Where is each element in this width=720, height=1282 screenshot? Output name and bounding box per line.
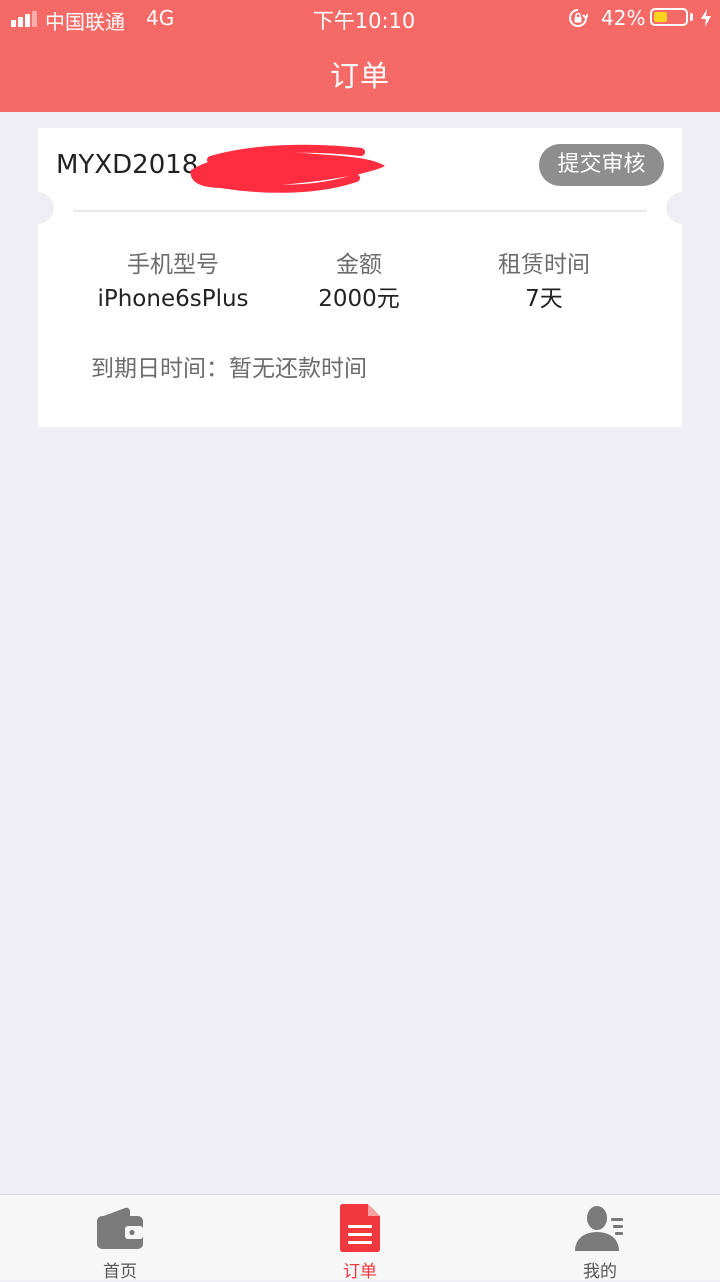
battery-nub <box>690 13 693 21</box>
status-bar: 中国联通 4G 下午10:10 42% <box>0 0 720 36</box>
bottom-tab-bar: 首页 订单 我的 <box>0 1194 720 1282</box>
submit-review-button[interactable]: 提交审核 <box>539 144 664 186</box>
tab-orders[interactable]: 订单 <box>240 1195 480 1282</box>
order-card[interactable]: MYXD2018 提交审核 手机型号 iPhone6sPlus 金额 2000元… <box>22 128 698 427</box>
due-date-value: 暂无还款时间 <box>229 356 367 382</box>
due-date-label: 到期日时间： <box>91 356 229 382</box>
battery-percentage: 42% <box>601 6 646 30</box>
battery-icon <box>650 8 688 26</box>
field-value: 7天 <box>525 286 563 312</box>
app-header: 中国联通 4G 下午10:10 42% 订单 <box>0 0 720 112</box>
tab-mine[interactable]: 我的 <box>480 1195 720 1282</box>
charging-bolt-icon <box>701 9 711 27</box>
tab-label: 订单 <box>343 1262 377 1282</box>
tab-label: 我的 <box>583 1262 617 1282</box>
field-label: 手机型号 <box>127 252 219 278</box>
field-value: 2000元 <box>318 286 400 312</box>
rotation-lock-icon <box>569 9 588 27</box>
field-phone-model: 手机型号 iPhone6sPlus <box>73 248 273 316</box>
order-number: MYXD2018 <box>56 150 199 180</box>
card-notch-left <box>22 192 54 224</box>
field-label: 租赁时间 <box>498 252 590 278</box>
document-icon <box>340 1204 380 1252</box>
field-value: iPhone6sPlus <box>97 286 249 312</box>
field-label: 金额 <box>336 252 382 278</box>
user-icon <box>575 1206 623 1251</box>
field-rental-period: 租赁时间 7天 <box>444 248 644 316</box>
battery-level <box>654 12 667 22</box>
tab-home[interactable]: 首页 <box>0 1195 240 1282</box>
field-amount: 金额 2000元 <box>259 248 459 316</box>
page-title: 订单 <box>329 59 390 93</box>
card-divider <box>73 210 647 212</box>
tab-label: 首页 <box>103 1262 137 1282</box>
wallet-icon <box>97 1207 143 1249</box>
card-notch-right <box>666 192 698 224</box>
due-date-line: 到期日时间：暂无还款时间 <box>91 349 367 383</box>
redaction-scribble <box>190 144 385 193</box>
